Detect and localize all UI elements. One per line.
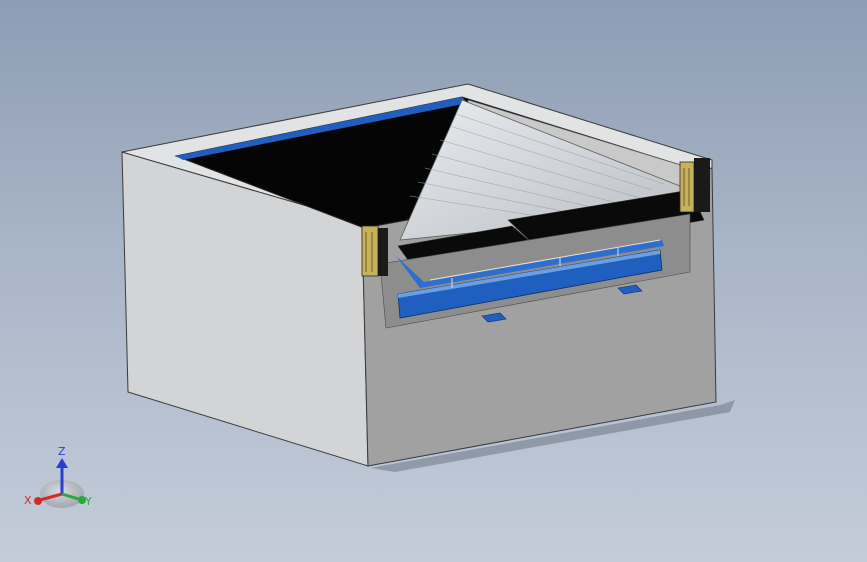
x-axis-end xyxy=(34,497,42,505)
y-axis-label: Y xyxy=(84,495,92,508)
model-viewport[interactable]: Z X Y xyxy=(0,0,867,562)
x-axis-label: X xyxy=(24,494,32,507)
z-axis-label: Z xyxy=(58,445,66,458)
model-canvas[interactable]: Z X Y xyxy=(0,0,867,562)
bumper-left xyxy=(361,225,388,277)
z-axis-arrow xyxy=(56,458,68,468)
orientation-triad[interactable]: Z X Y xyxy=(24,445,92,508)
bumper-right xyxy=(679,158,710,213)
